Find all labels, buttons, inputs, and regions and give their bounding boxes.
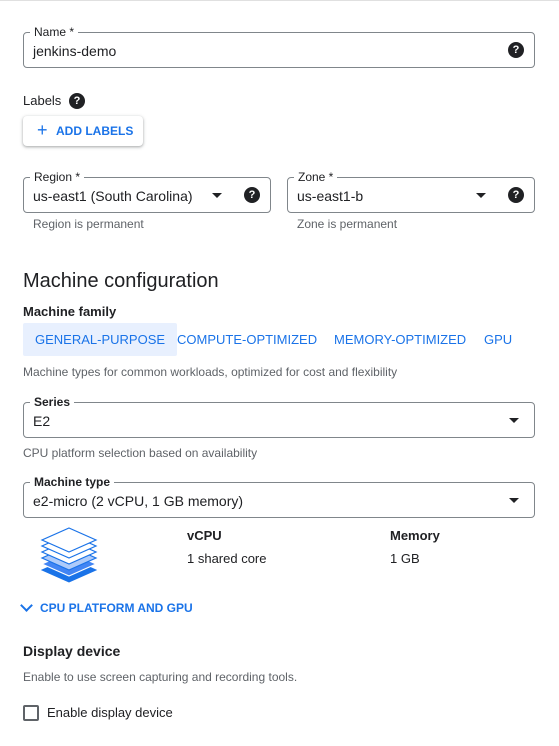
region-select[interactable]: Region * us-east1 (South Carolina) ? (23, 170, 271, 213)
enable-display-device-checkbox[interactable] (23, 705, 39, 721)
add-labels-label: ADD LABELS (56, 124, 134, 138)
region-value: us-east1 (South Carolina) (33, 188, 193, 204)
help-icon[interactable]: ? (508, 42, 524, 58)
name-field-label: Name * (30, 25, 79, 39)
zone-hint: Zone is permanent (297, 217, 398, 231)
display-device-description: Enable to use screen capturing and recor… (23, 670, 298, 684)
machine-configuration-title: Machine configuration (23, 270, 219, 292)
vcpu-header: vCPU (187, 528, 222, 543)
tab-general-purpose[interactable]: GENERAL-PURPOSE (23, 323, 178, 356)
region-hint: Region is permanent (33, 217, 144, 231)
labels-heading: Labels (23, 93, 61, 109)
tab-compute-optimized[interactable]: COMPUTE-OPTIMIZED (177, 323, 317, 356)
plus-icon: + (37, 120, 48, 140)
display-device-title: Display device (23, 643, 121, 659)
dropdown-caret-icon (509, 418, 519, 423)
zone-select[interactable]: Zone * us-east1-b ? (287, 170, 535, 213)
labels-help-icon[interactable]: ? (69, 93, 85, 109)
chevron-down-icon (20, 599, 33, 612)
series-hint: CPU platform selection based on availabi… (23, 446, 258, 460)
machine-family-description: Machine types for common workloads, opti… (23, 365, 398, 379)
tab-gpu[interactable]: GPU (484, 323, 512, 356)
series-value: E2 (33, 413, 51, 429)
region-label: Region * (30, 170, 85, 184)
name-field[interactable]: Name * jenkins-demo ? (23, 25, 535, 68)
region-help-icon[interactable]: ? (244, 187, 260, 203)
machine-type-label: Machine type (30, 475, 115, 489)
expander-label: CPU PLATFORM AND GPU (40, 601, 193, 615)
zone-label: Zone * (294, 170, 338, 184)
tab-memory-optimized[interactable]: MEMORY-OPTIMIZED (334, 323, 466, 356)
series-select[interactable]: Series E2 (23, 395, 535, 438)
memory-value: 1 GB (390, 551, 420, 566)
labels-title: Labels (23, 93, 62, 108)
vcpu-value: 1 shared core (187, 551, 267, 566)
machine-type-select[interactable]: Machine type e2-micro (2 vCPU, 1 GB memo… (23, 475, 535, 518)
dropdown-caret-icon (509, 498, 519, 503)
memory-header: Memory (390, 528, 440, 543)
machine-type-value: e2-micro (2 vCPU, 1 GB memory) (33, 493, 244, 509)
series-label: Series (30, 395, 75, 409)
add-labels-button[interactable]: + ADD LABELS (23, 116, 143, 146)
name-input[interactable]: jenkins-demo (33, 42, 116, 60)
zone-help-icon[interactable]: ? (508, 187, 524, 203)
dropdown-caret-icon (212, 193, 222, 198)
top-divider (0, 0, 559, 1)
zone-value: us-east1-b (297, 188, 364, 204)
machine-family-label: Machine family (23, 304, 117, 319)
dropdown-caret-icon (476, 193, 486, 198)
enable-display-device-label[interactable]: Enable display device (47, 705, 173, 721)
machine-stack-icon (40, 527, 98, 583)
